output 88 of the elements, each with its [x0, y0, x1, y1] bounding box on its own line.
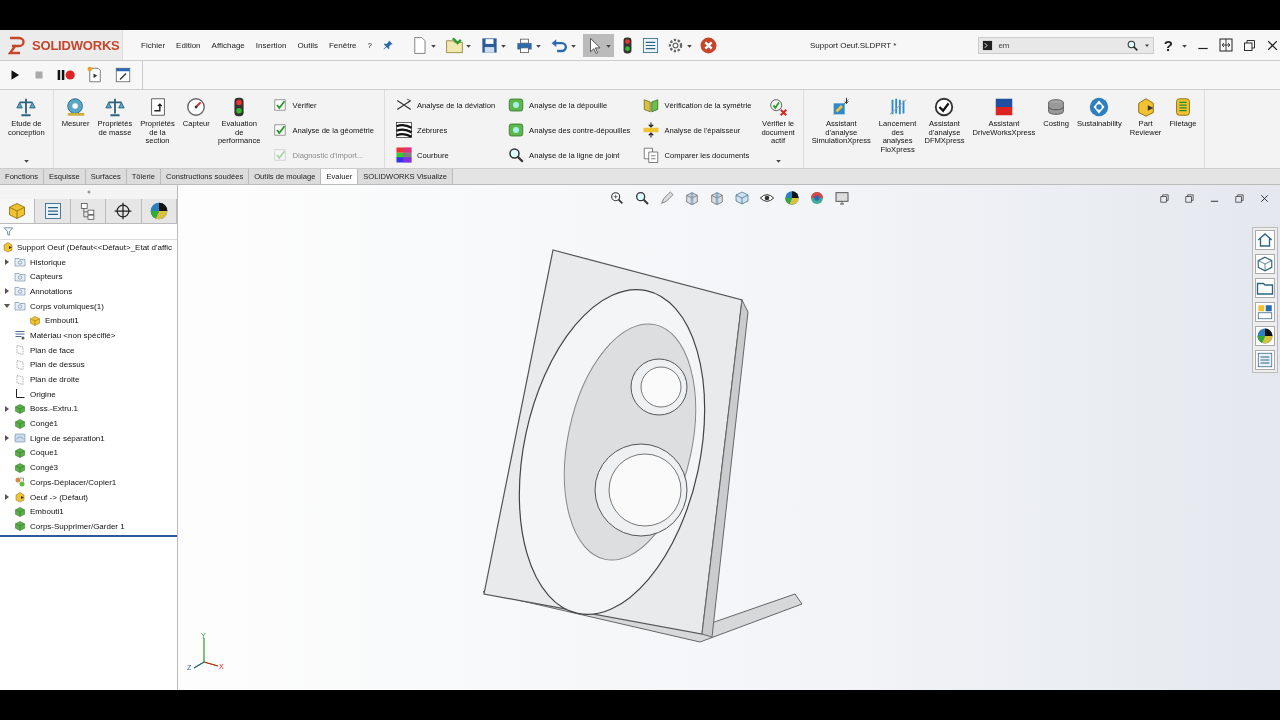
monitor-icon[interactable]	[833, 190, 850, 206]
lens-box-icon	[507, 96, 526, 114]
tree-item[interactable]: Matériau <non spécifié>	[29, 330, 116, 340]
pin-icon[interactable]	[381, 39, 394, 51]
menu-item[interactable]: Insertion	[255, 40, 287, 50]
tree-item[interactable]: Oeuf -> (Défaut)	[29, 492, 89, 502]
rainbow-square-icon	[395, 146, 413, 164]
tree-root[interactable]: Support Oeuf (Défaut<<Défaut>_Etat d'affic	[17, 242, 173, 252]
menu-item[interactable]: Outils	[297, 40, 318, 50]
terminal-icon	[982, 39, 994, 51]
documents-icon	[642, 146, 661, 164]
magnifier-icon[interactable]	[633, 190, 650, 206]
tree-item[interactable]: Annotations	[29, 286, 73, 296]
scene-ball-icon[interactable]	[808, 190, 825, 206]
tree-item[interactable]: Historique	[29, 257, 66, 267]
palette-icon[interactable]	[1255, 302, 1275, 322]
tree-item[interactable]: Plan de dessus	[29, 360, 85, 370]
lens-box-icon	[507, 121, 526, 139]
menu-item[interactable]: Affichage	[211, 40, 245, 50]
close-icon[interactable]	[1259, 193, 1270, 204]
tree-item[interactable]: Plan de face	[29, 345, 75, 355]
open-folder-icon	[444, 35, 464, 55]
tree-item[interactable]: Corps-Déplacer/Copier1	[29, 477, 117, 487]
view-cube-icon[interactable]	[733, 190, 750, 206]
zebra-stripes-icon	[395, 121, 413, 139]
collapse-arrow-icon[interactable]	[4, 303, 10, 310]
cancel-icon[interactable]	[698, 35, 718, 55]
expand-arrow-icon[interactable]	[4, 259, 10, 266]
section-box-icon[interactable]	[708, 190, 725, 206]
menu-item[interactable]: Fenêtre	[328, 40, 357, 50]
restore-icon[interactable]	[1242, 37, 1257, 53]
logo-text: SOLIDWORKS	[32, 37, 120, 53]
tree-item[interactable]: Ligne de séparation1	[29, 433, 105, 443]
pointer-button[interactable]	[582, 33, 614, 57]
balance-scale-icon	[103, 96, 126, 118]
home-icon[interactable]	[1255, 230, 1275, 250]
crosshair-icon	[113, 201, 134, 221]
gauge-icon	[185, 96, 208, 118]
thickness-icon	[642, 121, 661, 139]
folder-outline-icon[interactable]	[1255, 278, 1275, 298]
color-ball-icon[interactable]	[1255, 326, 1275, 346]
macro-window-icon[interactable]	[114, 66, 132, 84]
help-button[interactable]: ?	[1163, 36, 1173, 54]
restore-icon[interactable]	[1159, 193, 1170, 204]
tree-item[interactable]: Capteurs	[29, 272, 63, 282]
tree-item[interactable]: Boss.-Extru.1	[29, 404, 78, 414]
property-list-icon	[42, 201, 63, 221]
section-box-icon[interactable]	[683, 190, 700, 206]
search-field[interactable]: em	[978, 36, 1154, 54]
fit-width-icon[interactable]	[1218, 37, 1234, 53]
tree-item[interactable]: Congé3	[29, 463, 59, 473]
tree-item[interactable]: Congé1	[29, 419, 59, 429]
menu-item[interactable]: Edition	[176, 40, 201, 50]
magnifier-icon	[1125, 38, 1139, 52]
tree-item[interactable]: Coque1	[29, 448, 59, 458]
floppy-icon	[479, 35, 499, 55]
cube-icon	[7, 201, 28, 221]
color-ball-icon	[148, 201, 169, 221]
restore-icon[interactable]	[1184, 193, 1195, 204]
tree-item[interactable]: Plan de droite	[29, 375, 80, 385]
menu-item[interactable]: Fichier	[141, 40, 166, 50]
zoom-fit-icon[interactable]	[608, 190, 625, 206]
tape-measure-icon	[64, 96, 87, 118]
color-ball-icon[interactable]	[783, 190, 800, 206]
balance-scale-icon	[15, 96, 38, 118]
mirror-icon	[642, 96, 661, 114]
rollback-bar[interactable]	[0, 534, 177, 537]
tree-item[interactable]: Embouti1	[44, 316, 79, 326]
expand-arrow-icon[interactable]	[4, 494, 10, 501]
check-cross-icon	[767, 96, 790, 118]
expand-arrow-icon[interactable]	[4, 288, 10, 295]
tree-item[interactable]: Corps volumiques(1)	[29, 301, 104, 311]
part-icon	[2, 241, 14, 254]
caret-icon	[1143, 42, 1150, 48]
property-list-icon[interactable]	[640, 35, 660, 55]
menu-item[interactable]: ?	[367, 40, 372, 50]
document-title: Support Oeuf.SLDPRT *	[808, 40, 898, 50]
restore-icon[interactable]	[1234, 193, 1245, 204]
check-circle-icon	[933, 96, 956, 118]
tree-item[interactable]: Corps-Supprimer/Garder 1	[29, 521, 125, 531]
tree-item[interactable]: Origine	[29, 389, 56, 399]
macro-document-icon[interactable]	[86, 66, 104, 84]
open-box-icon[interactable]	[1255, 254, 1275, 274]
expand-arrow-icon[interactable]	[4, 435, 10, 442]
tree-item[interactable]: Embouti1	[29, 507, 64, 517]
magnifier-icon	[507, 146, 526, 164]
funnel-icon[interactable]	[3, 226, 14, 237]
expand-arrow-icon[interactable]	[4, 405, 10, 412]
